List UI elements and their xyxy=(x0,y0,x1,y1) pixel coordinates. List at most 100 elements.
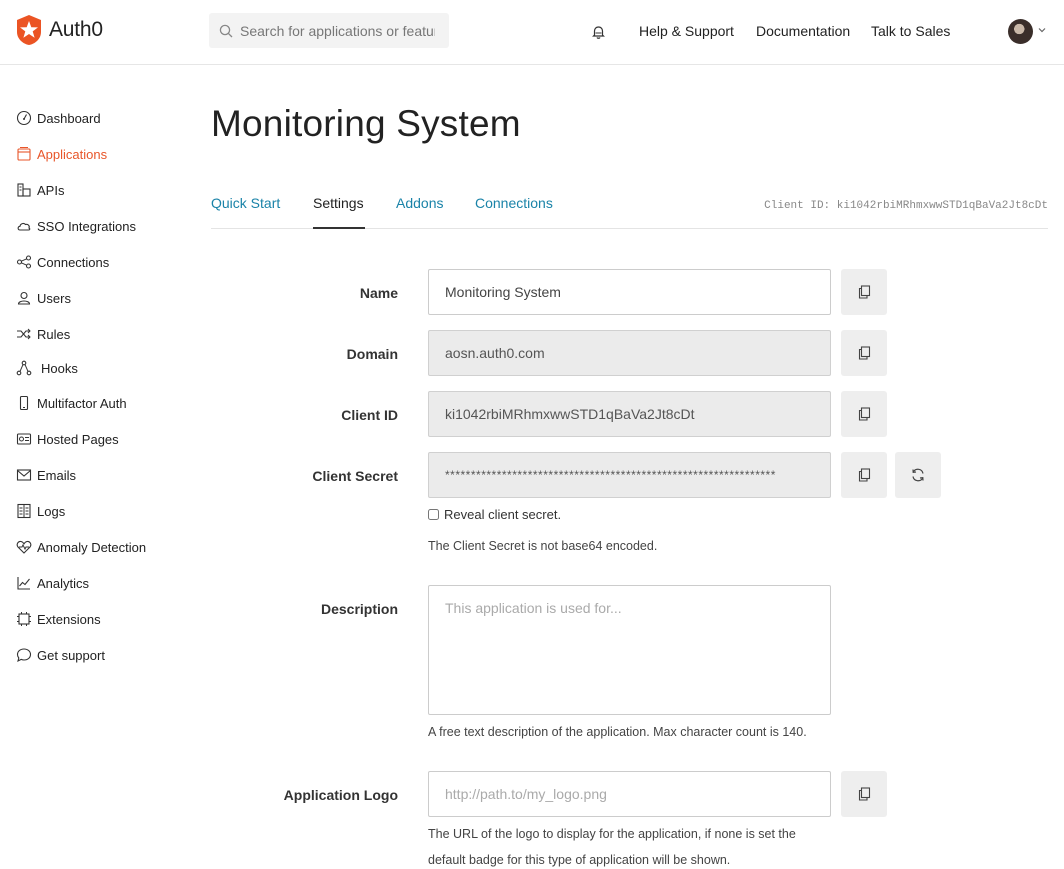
hosted-pages-icon xyxy=(15,430,33,448)
sidebar-item-extensions[interactable]: Extensions xyxy=(15,610,101,628)
auth0-logo[interactable]: Auth0 xyxy=(14,14,103,46)
page-title: Monitoring System xyxy=(211,103,521,144)
email-icon xyxy=(15,466,33,484)
rules-icon xyxy=(15,325,33,343)
copy-name-button[interactable] xyxy=(841,269,887,315)
client-secret-label: Client Secret xyxy=(312,468,398,484)
sidebar-item-multifactor-auth[interactable]: Multifactor Auth xyxy=(15,394,127,412)
sidebar-item-label: Multifactor Auth xyxy=(37,395,127,411)
tab-bar: Quick Start Settings Addons Connections … xyxy=(211,183,1048,229)
rotate-secret-button[interactable] xyxy=(895,452,941,498)
description-field[interactable] xyxy=(428,585,831,715)
refresh-icon xyxy=(912,468,924,482)
client-id-header: Client ID: ki1042rbiMRhmxwwSTD1qBaVa2Jt8… xyxy=(764,200,1048,212)
copy-icon xyxy=(858,787,870,801)
connections-icon xyxy=(15,253,33,271)
sidebar-item-get-support[interactable]: Get support xyxy=(15,646,105,664)
copy-client-id-button[interactable] xyxy=(841,391,887,437)
sidebar-item-users[interactable]: Users xyxy=(15,289,71,307)
sidebar-item-label: Hosted Pages xyxy=(37,431,119,447)
sidebar-item-anomaly-detection[interactable]: Anomaly Detection xyxy=(15,538,146,556)
apis-icon xyxy=(15,181,33,199)
auth0-star-icon xyxy=(17,15,41,45)
sidebar-item-label: Users xyxy=(37,290,71,306)
applications-icon xyxy=(15,145,33,163)
copy-icon xyxy=(858,346,870,360)
search-icon xyxy=(219,24,233,37)
copy-domain-button[interactable] xyxy=(841,330,887,376)
copy-icon xyxy=(858,285,870,299)
chat-icon xyxy=(15,646,33,664)
search-bar[interactable] xyxy=(209,13,449,48)
analytics-icon xyxy=(15,574,33,592)
search-input[interactable] xyxy=(240,22,435,39)
domain-field[interactable] xyxy=(428,330,831,376)
sidebar-item-emails[interactable]: Emails xyxy=(15,466,76,484)
sidebar-item-label: Emails xyxy=(37,467,77,483)
sidebar-item-label: APIs xyxy=(37,182,65,198)
copy-icon xyxy=(858,468,870,482)
avatar[interactable] xyxy=(1008,19,1033,44)
phone-icon xyxy=(15,394,33,412)
sidebar-item-label: Applications xyxy=(37,146,108,162)
sidebar-item-label: Hooks xyxy=(41,360,78,376)
bell-icon[interactable] xyxy=(591,24,606,40)
extensions-icon xyxy=(15,610,33,628)
sidebar-item-analytics[interactable]: Analytics xyxy=(15,574,89,592)
sidebar-item-label: Anomaly Detection xyxy=(37,539,147,555)
chevron-down-icon[interactable] xyxy=(1037,25,1047,35)
dashboard-icon xyxy=(15,109,33,127)
copy-logo-button[interactable] xyxy=(841,771,887,817)
sidebar-item-sso-integrations[interactable]: SSO Integrations xyxy=(15,217,136,235)
sidebar-item-hosted-pages[interactable]: Hosted Pages xyxy=(15,430,119,448)
sidebar-item-apis[interactable]: APIs xyxy=(15,181,64,199)
users-icon xyxy=(15,289,33,307)
talk-to-sales-link[interactable]: Talk to Sales xyxy=(871,23,950,39)
hooks-icon xyxy=(15,359,33,377)
top-bar: Auth0 Help & Support Documentation Talk … xyxy=(0,0,1064,65)
reveal-secret-label: Reveal client secret. xyxy=(444,507,562,522)
sidebar-item-label: Connections xyxy=(37,254,110,270)
active-tab-indicator xyxy=(313,227,365,229)
reveal-secret-row[interactable]: Reveal client secret. xyxy=(428,507,561,522)
name-label: Name xyxy=(359,285,398,301)
sidebar-item-label: Analytics xyxy=(37,575,90,591)
sidebar-item-rules[interactable]: Rules xyxy=(15,325,70,343)
client-id-label: Client ID xyxy=(341,407,398,423)
tab-connections[interactable]: Connections xyxy=(475,195,553,211)
tab-quick-start[interactable]: Quick Start xyxy=(211,195,280,211)
sidebar-item-label: Rules xyxy=(37,326,71,342)
tab-addons[interactable]: Addons xyxy=(396,195,443,211)
cloud-icon xyxy=(15,217,33,235)
brand-name: Auth0 xyxy=(49,18,103,41)
documentation-link[interactable]: Documentation xyxy=(756,23,850,39)
sidebar-item-label: Dashboard xyxy=(37,110,101,126)
heart-icon xyxy=(15,538,33,556)
client-id-field[interactable] xyxy=(428,391,831,437)
logs-icon xyxy=(15,502,33,520)
sidebar-item-connections[interactable]: Connections xyxy=(15,253,109,271)
name-field[interactable] xyxy=(428,269,831,315)
copy-icon xyxy=(858,407,870,421)
sidebar-item-hooks[interactable]: Hooks xyxy=(15,359,78,377)
client-secret-field[interactable] xyxy=(428,452,831,498)
sidebar-item-applications[interactable]: Applications xyxy=(15,145,107,163)
sidebar-item-label: Get support xyxy=(37,647,105,663)
sidebar-item-label: Logs xyxy=(37,503,66,519)
reveal-secret-checkbox[interactable] xyxy=(428,509,439,520)
description-help: A free text description of the applicati… xyxy=(428,725,807,739)
logo-help-line-2: default badge for this type of applicati… xyxy=(428,853,731,867)
secret-note: The Client Secret is not base64 encoded. xyxy=(428,539,658,553)
application-logo-label: Application Logo xyxy=(283,787,398,803)
sidebar-item-dashboard[interactable]: Dashboard xyxy=(15,109,101,127)
domain-label: Domain xyxy=(346,346,398,362)
logo-help-line-1: The URL of the logo to display for the a… xyxy=(428,827,796,841)
description-label: Description xyxy=(320,601,398,617)
sidebar-item-label: Extensions xyxy=(37,611,101,627)
tab-settings[interactable]: Settings xyxy=(313,195,364,211)
sidebar-item-logs[interactable]: Logs xyxy=(15,502,65,520)
sidebar-item-label: SSO Integrations xyxy=(37,218,136,234)
help-support-link[interactable]: Help & Support xyxy=(639,23,734,39)
application-logo-field[interactable] xyxy=(428,771,831,817)
copy-client-secret-button[interactable] xyxy=(841,452,887,498)
